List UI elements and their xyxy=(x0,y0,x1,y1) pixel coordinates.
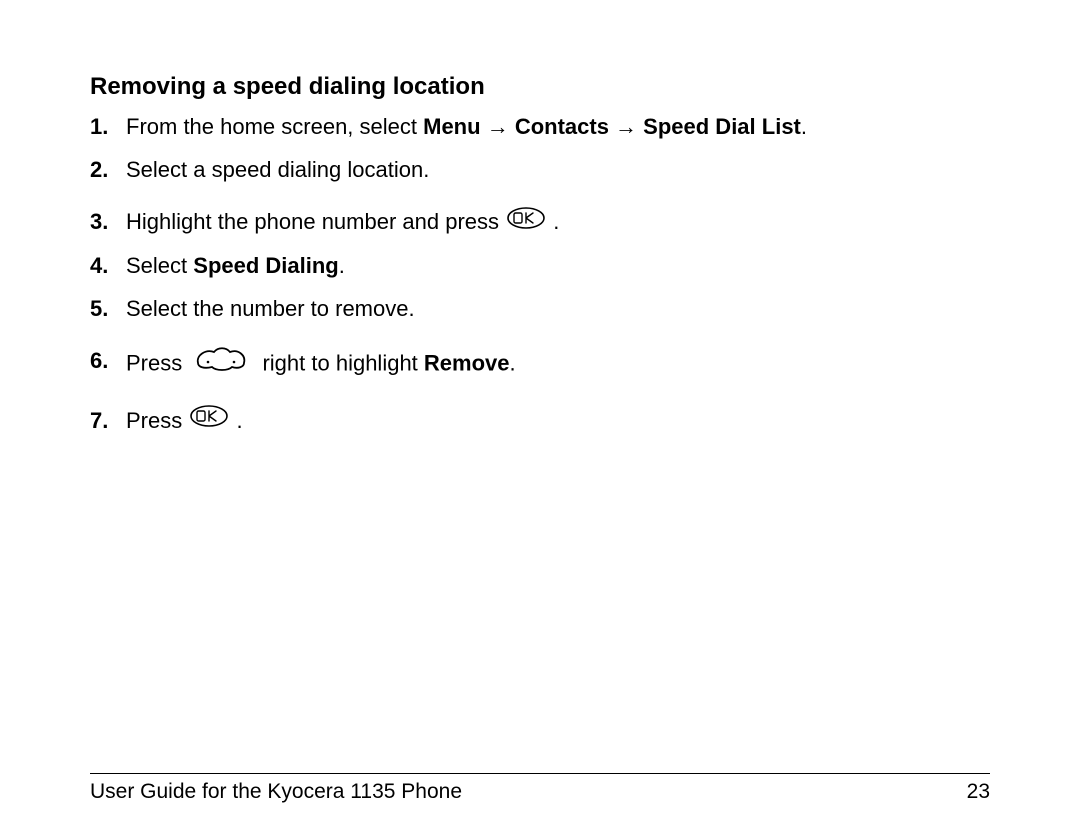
step-1: 1. From the home screen, select Menu → C… xyxy=(90,113,990,142)
ok-button-icon xyxy=(507,207,545,237)
step-text: . xyxy=(230,408,242,433)
step-text: . xyxy=(547,209,559,234)
step-bold-speed-dial-list: Speed Dial List xyxy=(643,114,801,139)
step-number: 1. xyxy=(90,113,108,142)
step-number: 2. xyxy=(90,156,108,185)
step-number: 4. xyxy=(90,252,108,281)
step-3: 3. Highlight the phone number and press … xyxy=(90,208,990,238)
step-text: . xyxy=(801,114,807,139)
page-footer: User Guide for the Kyocera 1135 Phone 23 xyxy=(90,773,990,804)
arrow-icon: → xyxy=(481,114,515,139)
step-text: Select a speed dialing location. xyxy=(126,157,429,182)
step-text: From the home screen, select xyxy=(126,114,423,139)
step-5: 5. Select the number to remove. xyxy=(90,295,990,324)
ok-button-icon xyxy=(190,405,228,435)
step-bold-contacts: Contacts xyxy=(515,114,609,139)
step-number: 3. xyxy=(90,208,108,237)
step-2: 2. Select a speed dialing location. xyxy=(90,156,990,185)
step-text: Select xyxy=(126,253,193,278)
step-text: right to highlight xyxy=(256,351,424,376)
step-number: 6. xyxy=(90,347,108,376)
step-bold-remove: Remove xyxy=(424,351,510,376)
step-text: Press xyxy=(126,408,188,433)
arrow-icon: → xyxy=(609,114,643,139)
step-text: . xyxy=(339,253,345,278)
step-text: . xyxy=(510,351,516,376)
step-text: Press xyxy=(126,351,188,376)
footer-title: User Guide for the Kyocera 1135 Phone xyxy=(90,780,462,804)
step-text: Highlight the phone number and press xyxy=(126,209,505,234)
step-4: 4. Select Speed Dialing. xyxy=(90,252,990,281)
step-number: 5. xyxy=(90,295,108,324)
step-bold-speed-dialing: Speed Dialing xyxy=(193,253,338,278)
step-number: 7. xyxy=(90,407,108,436)
step-7: 7. Press . xyxy=(90,407,990,437)
step-text: Select the number to remove. xyxy=(126,296,415,321)
step-bold-menu: Menu xyxy=(423,114,480,139)
section-heading: Removing a speed dialing location xyxy=(90,73,990,101)
footer-page-number: 23 xyxy=(967,780,990,804)
steps-list: 1. From the home screen, select Menu → C… xyxy=(90,113,990,437)
step-6: 6. Press right to highlight Remove. xyxy=(90,347,990,383)
nav-key-icon xyxy=(192,345,248,381)
